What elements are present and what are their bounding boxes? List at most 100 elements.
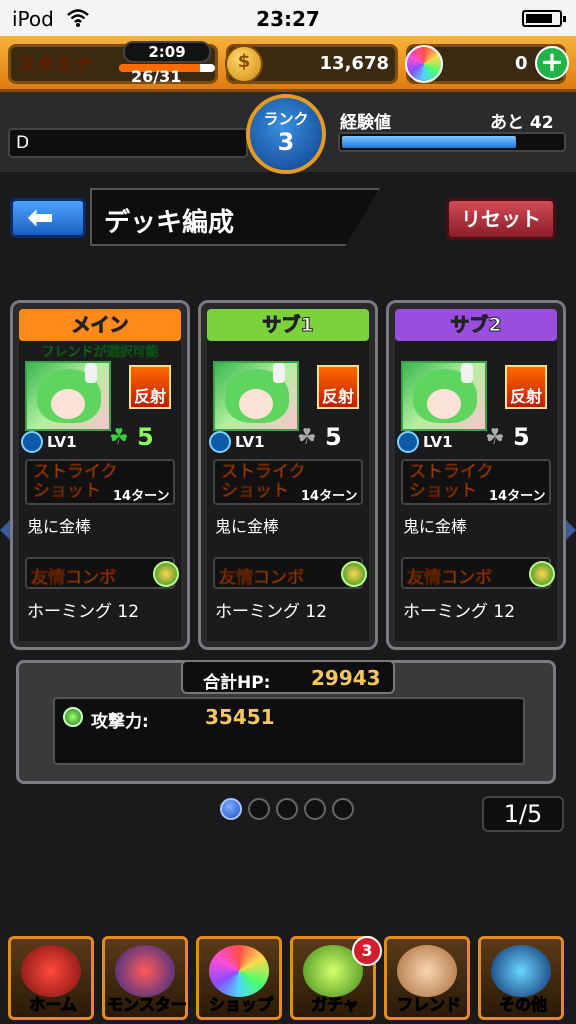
nav-label: その他	[498, 995, 547, 1015]
title-bar: デッキ編成	[90, 188, 380, 246]
strike-shot-name: 鬼に金棒	[403, 517, 468, 536]
nav-dragon[interactable]: ホーム	[8, 936, 94, 1020]
luck-value: 5	[325, 423, 342, 451]
strike-shot-box: ストライクショット 14ターン	[25, 459, 175, 505]
strike-shot-turns: 14ターン	[489, 489, 546, 504]
page-dot[interactable]	[304, 798, 326, 820]
page-title: デッキ編成	[104, 208, 235, 238]
friend-combo-box: 友情コンボ	[401, 557, 555, 589]
nav-radar[interactable]: その他	[478, 936, 564, 1020]
page-counter: 1/5	[482, 796, 564, 832]
strike-shot-turns: 14ターン	[113, 489, 170, 504]
slot-body: フレンドが選択可能 反射 LV1 ☘ 5 ストライクショット 14ターン 鬼に金棒 友情コンボホ…	[19, 341, 181, 641]
element-icon	[21, 431, 43, 453]
stamina-panel: スタミナ 2:09 26/31	[8, 41, 218, 86]
monster-icon	[115, 945, 175, 997]
luck-value: 5	[513, 423, 530, 451]
attack-icon	[63, 707, 83, 727]
page-dot[interactable]	[332, 798, 354, 820]
reset-button[interactable]: リセット	[446, 198, 556, 240]
attack-box: 攻撃力: 35451	[53, 697, 525, 765]
reflect-type-badge: 反射	[129, 365, 171, 409]
radar-icon	[491, 945, 551, 997]
slot-header: サブ2	[395, 309, 557, 341]
homing-icon	[529, 561, 555, 587]
friend-combo-label: 友情コンボ	[219, 568, 305, 589]
element-icon	[397, 431, 419, 453]
friend-combo-label: 友情コンボ	[407, 568, 493, 589]
handshake-icon	[397, 945, 457, 997]
nav-label: ホーム	[29, 995, 78, 1015]
strike-shot-turns: 14ターン	[301, 489, 358, 504]
orb-icon	[405, 45, 443, 83]
orb-panel: 0 +	[405, 44, 569, 84]
slot-header: サブ1	[207, 309, 369, 341]
nav-label: フレンド	[396, 995, 461, 1015]
resource-hud: スタミナ 2:09 26/31 $ 13,678 0 +	[0, 36, 576, 92]
friend-combo-name: ホーミング 12	[215, 602, 328, 622]
nav-handshake[interactable]: フレンド	[384, 936, 470, 1020]
page-dot[interactable]	[248, 798, 270, 820]
reflect-type-badge: 反射	[505, 365, 547, 409]
slot-header: メイン	[19, 309, 181, 341]
page-dot[interactable]	[276, 798, 298, 820]
clover-icon: ☘	[297, 425, 317, 450]
luck-value: 5	[137, 423, 154, 451]
strike-shot-box: ストライクショット 14ターン	[401, 459, 551, 505]
battery-icon	[522, 10, 566, 27]
monster-level: LV1	[423, 433, 453, 451]
strike-shot-name: 鬼に金棒	[215, 517, 280, 536]
clover-icon: ☘	[485, 425, 505, 450]
homing-icon	[153, 561, 179, 587]
homing-icon	[341, 561, 367, 587]
slot-body: 反射 LV1 ☘ 5 ストライクショット 14ターン 鬼に金棒 友情コンボ ホーミング 12	[207, 341, 369, 641]
monster-portrait[interactable]	[401, 361, 487, 431]
monster-level: LV1	[235, 433, 265, 451]
stamina-value: 26/31	[131, 67, 182, 86]
strike-shot-name: 鬼に金棒	[27, 517, 92, 536]
nav-label: モンスター	[107, 995, 188, 1015]
dragon-icon	[21, 945, 81, 997]
friend-selectable-note: フレンドが選択可能	[41, 345, 159, 361]
orb-count: 0	[515, 53, 528, 74]
back-arrow-icon: ⬅	[27, 198, 54, 236]
stamina-timer: 2:09	[123, 41, 211, 63]
strike-shot-label: ストライクショット	[409, 462, 494, 501]
coin-panel: $ 13,678	[225, 44, 398, 84]
friend-combo-box: 友情コンボ	[25, 557, 179, 589]
back-button[interactable]: ⬅	[10, 198, 86, 238]
deck-slot-sub1[interactable]: サブ1 反射 LV1 ☘ 5 ストライクショット 14ターン 鬼に金棒 友情コンボ ホーミング 1…	[198, 300, 378, 650]
friend-combo-label: 友情コンボ	[31, 568, 117, 589]
rank-row: D 経験値 あと 42 ランク 3	[0, 92, 576, 174]
friend-combo-box: 友情コンボ	[213, 557, 367, 589]
next-arrow-icon[interactable]	[566, 520, 576, 540]
element-icon	[209, 431, 231, 453]
strike-shot-box: ストライクショット 14ターン	[213, 459, 363, 505]
nav-orb[interactable]: ショップ	[196, 936, 282, 1020]
slot-body: 反射 LV1 ☘ 5 ストライクショット 14ターン 鬼に金棒 友情コンボ ホーミング 12	[395, 341, 557, 641]
notification-badge: 3	[352, 936, 382, 966]
strike-shot-label: ストライクショット	[33, 462, 118, 501]
clover-icon: ☘	[109, 425, 129, 450]
deck-slot-sub2[interactable]: サブ2 反射 LV1 ☘ 5 ストライクショット 14ターン 鬼に金棒 友情コンボ ホーミング 1…	[386, 300, 566, 650]
exp-bar	[338, 132, 566, 152]
buy-orbs-button[interactable]: +	[535, 46, 569, 80]
coin-count: 13,678	[319, 53, 389, 74]
monster-portrait[interactable]	[213, 361, 299, 431]
monster-portrait[interactable]	[25, 361, 111, 431]
stats-panel: 合計HP: 29943 攻撃力: 35451	[16, 660, 556, 784]
deck-slot-main[interactable]: メイン フレンドが選択可能 反射 LV1 ☘ 5 ストライクショット 14ターン 鬼に金棒 友情コ…	[10, 300, 190, 650]
rank-label: ランク	[263, 110, 309, 128]
rank-value: 3	[277, 128, 295, 156]
prev-arrow-icon[interactable]	[0, 520, 10, 540]
coin-icon: $	[225, 45, 263, 83]
nav-label: ガチャ	[311, 995, 360, 1015]
player-name: D	[8, 128, 248, 158]
page-dot[interactable]	[220, 798, 242, 820]
orb-icon	[209, 945, 269, 997]
hp-value: 29943	[311, 666, 381, 690]
attack-value: 35451	[205, 705, 275, 729]
nav-monster[interactable]: モンスター	[102, 936, 188, 1020]
rank-badge[interactable]: ランク 3	[246, 94, 326, 174]
status-bar: iPod 23:27	[0, 0, 576, 36]
